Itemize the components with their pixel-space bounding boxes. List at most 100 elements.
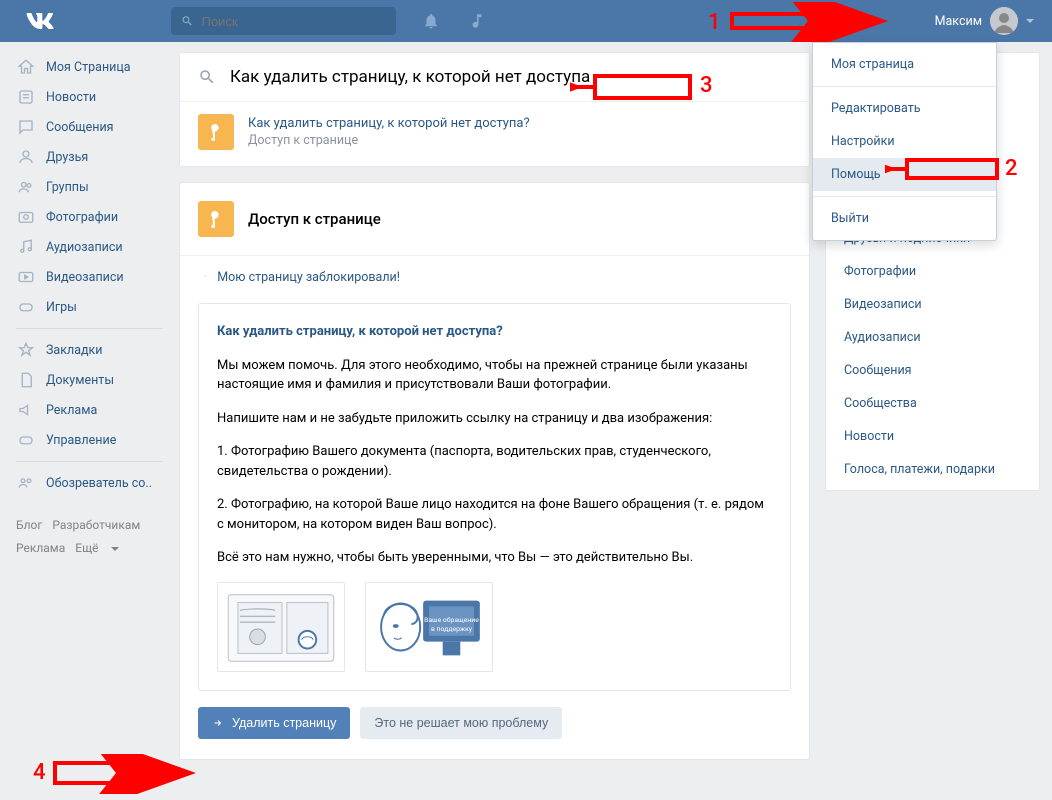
topbar-icons [422, 12, 486, 30]
not-resolved-button[interactable]: Это не решает мою проблему [360, 707, 562, 739]
nav-label: Реклама [46, 403, 97, 418]
nav-label: Документы [46, 373, 114, 388]
footer-devs[interactable]: Разработчикам [52, 518, 140, 532]
annotation-3: 3 [570, 68, 720, 108]
ads-icon [16, 400, 36, 420]
games-icon [16, 297, 36, 317]
section-title: Доступ к странице [248, 210, 381, 228]
video-icon [16, 267, 36, 287]
music-icon[interactable] [468, 12, 486, 30]
avatar [990, 7, 1018, 35]
dropdown-logout[interactable]: Выйти [813, 202, 996, 235]
arrow-right-icon [212, 717, 224, 729]
home-icon [16, 57, 36, 77]
article-p4: 2. Фотографию, на которой Ваше лицо нахо… [217, 495, 772, 534]
passport-illustration [217, 582, 345, 672]
svg-text:Ваше обращение: Ваше обращение [424, 616, 479, 624]
nav-photos[interactable]: Фотографии [12, 202, 167, 232]
cat-communities[interactable]: Сообщества [826, 387, 1039, 420]
audio-icon [16, 237, 36, 257]
groups-icon [16, 177, 36, 197]
nav-label: Аудиозаписи [46, 240, 123, 255]
dropdown-my-page[interactable]: Моя страница [813, 48, 996, 81]
cat-video[interactable]: Видеозаписи [826, 288, 1039, 321]
nav-my-page[interactable]: Моя Страница [12, 52, 167, 82]
nav-games[interactable]: Игры [12, 292, 167, 322]
friends-icon [16, 147, 36, 167]
nav-ads[interactable]: Реклама [12, 395, 167, 425]
article-link-blocked[interactable]: Мою страницу заблокировали! [180, 256, 809, 295]
news-icon [16, 87, 36, 107]
left-sidebar: Моя Страница Новости Сообщения Друзья Гр… [12, 52, 167, 760]
topbar-search[interactable] [171, 7, 396, 35]
cat-audio[interactable]: Аудиозаписи [826, 321, 1039, 354]
search-result-item[interactable]: Как удалить страницу, к которой нет дост… [180, 101, 809, 166]
nav-video[interactable]: Видеозаписи [12, 262, 167, 292]
nav-label: Новости [46, 90, 96, 105]
star-icon [16, 340, 36, 360]
community-icon [16, 473, 36, 493]
nav-label: Видеозаписи [46, 270, 124, 285]
nav-news[interactable]: Новости [12, 82, 167, 112]
nav-label: Группы [46, 180, 89, 195]
nav-label: Обозреватель со.. [46, 476, 152, 491]
messages-icon [16, 117, 36, 137]
footer-blog[interactable]: Блог [16, 518, 42, 532]
dropdown-edit[interactable]: Редактировать [813, 92, 996, 125]
user-menu-trigger[interactable]: Максим [935, 0, 1034, 42]
annotation-2: 2 [885, 150, 1025, 190]
dropdown-separator [813, 196, 996, 197]
nav-groups[interactable]: Группы [12, 172, 167, 202]
nav-label: Игры [46, 300, 77, 315]
footer-links: Блог Разработчикам Реклама Ещё [12, 514, 167, 560]
search-icon [198, 68, 216, 86]
search-icon [181, 14, 194, 28]
article-p5: Всё это нам нужно, чтобы быть уверенными… [217, 548, 772, 568]
nav-label: Моя Страница [46, 60, 131, 75]
article-p1: Мы можем помочь. Для этого необходимо, ч… [217, 356, 772, 395]
article-p3: 1. Фотографию Вашего документа (паспорта… [217, 442, 772, 481]
vk-logo[interactable] [26, 6, 56, 36]
topbar-search-input[interactable] [202, 14, 386, 29]
annotation-1: 1 [710, 2, 890, 42]
article-p2: Напишите нам и не забудьте приложить ссы… [217, 409, 772, 429]
cat-messages[interactable]: Сообщения [826, 354, 1039, 387]
gamepad-icon [16, 430, 36, 450]
nav-manage[interactable]: Управление [12, 425, 167, 455]
result-subtitle: Доступ к странице [248, 133, 530, 148]
nav-friends[interactable]: Друзья [12, 142, 167, 172]
photos-icon [16, 207, 36, 227]
nav-label: Фотографии [46, 210, 118, 225]
article-title: Как удалить страницу, к которой нет дост… [217, 322, 772, 342]
footer-ads[interactable]: Реклама [16, 541, 65, 555]
nav-bookmarks[interactable]: Закладки [12, 335, 167, 365]
nav-community-browser[interactable]: Обозреватель со.. [12, 468, 167, 498]
result-title: Как удалить страницу, к которой нет дост… [248, 116, 530, 131]
button-label: Удалить страницу [232, 716, 336, 730]
bell-icon[interactable] [422, 12, 440, 30]
dropdown-separator [813, 86, 996, 87]
user-name: Максим [935, 14, 982, 29]
nav-label: Сообщения [46, 120, 114, 135]
nav-docs[interactable]: Документы [12, 365, 167, 395]
nav-messages[interactable]: Сообщения [12, 112, 167, 142]
caret-down-icon [1026, 19, 1034, 23]
delete-page-button[interactable]: Удалить страницу [198, 707, 350, 739]
nav-label: Друзья [46, 150, 88, 165]
svg-text:в поддержку: в поддержку [431, 624, 473, 632]
cat-news[interactable]: Новости [826, 420, 1039, 453]
key-icon [198, 201, 234, 237]
annotation-4: 4 [33, 754, 198, 794]
topbar: Максим [0, 0, 1052, 42]
docs-icon [16, 370, 36, 390]
cat-payments[interactable]: Голоса, платежи, подарки [826, 453, 1039, 486]
button-label: Это не решает мою проблему [374, 716, 548, 730]
cat-photos[interactable]: Фотографии [826, 255, 1039, 288]
help-article-card: Доступ к странице Мою страницу заблокиро… [179, 182, 810, 760]
footer-more[interactable]: Ещё [75, 541, 129, 555]
nav-audio[interactable]: Аудиозаписи [12, 232, 167, 262]
nav-label: Управление [46, 433, 116, 448]
key-icon [198, 114, 234, 150]
selfie-illustration: Ваше обращениев поддержку [365, 582, 493, 672]
nav-label: Закладки [46, 343, 103, 358]
